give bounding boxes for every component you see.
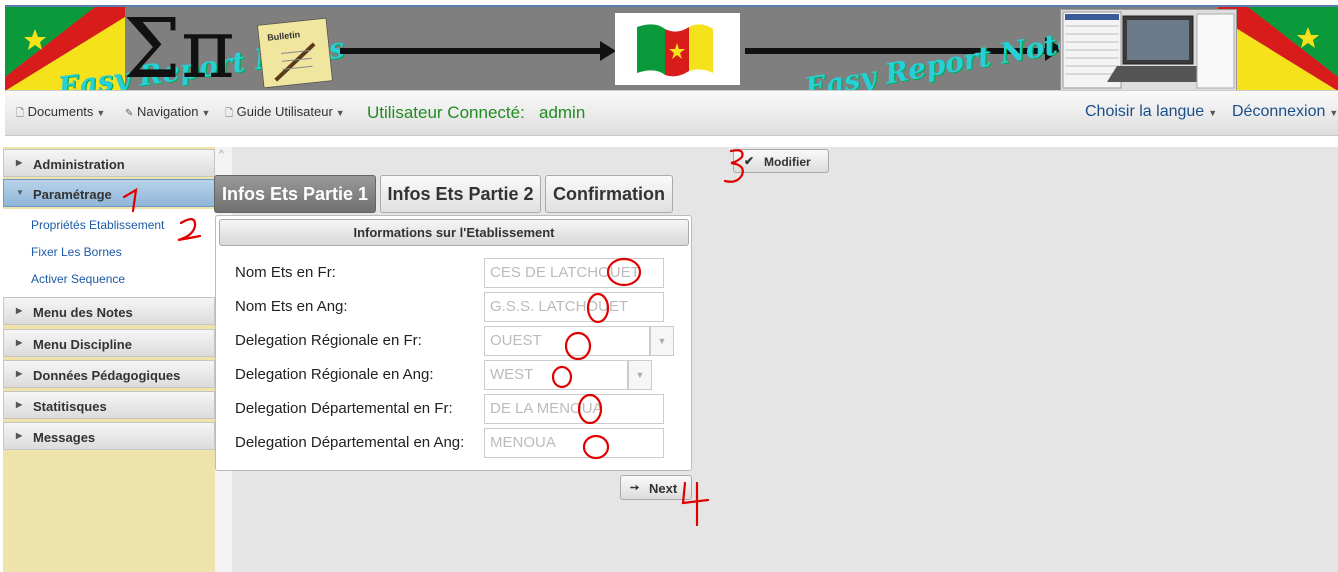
sidebar-section-parametrage[interactable]: ▼ Paramétrage	[3, 179, 215, 207]
report-card-laptop-image	[1060, 9, 1237, 91]
dropdown-arrow-icon[interactable]: ▼	[628, 360, 652, 390]
sidebar-section-label: Administration	[33, 157, 125, 172]
caret-down-icon: ▼	[1329, 108, 1338, 118]
submenu-proprietes-etablissement[interactable]: Propriétés Etablissement	[31, 218, 164, 232]
cameroon-flag-image	[615, 13, 740, 85]
arrow-head-icon	[600, 41, 616, 61]
header-banner: Easy Report Notes Σπ Bulletin Easy Repor…	[5, 5, 1338, 91]
bulletin-icon: Bulletin	[256, 17, 334, 89]
sidebar-section-messages[interactable]: ▶ Messages	[3, 422, 215, 450]
submenu-fixer-les-bornes[interactable]: Fixer Les Bornes	[31, 245, 122, 259]
field-label: Delegation Départemental en Ang:	[235, 434, 465, 451]
triangle-right-icon: ▶	[16, 369, 23, 378]
sidebar-section-label: Paramétrage	[33, 187, 112, 202]
sidebar-section-label: Menu Discipline	[33, 337, 132, 352]
caret-down-icon: ▼	[1208, 108, 1218, 118]
sidebar-section-label: Données Pédagogiques	[33, 368, 181, 383]
delegation-regionale-fr-select[interactable]: OUEST	[484, 326, 650, 356]
delegation-regionale-ang-select[interactable]: WEST	[484, 360, 628, 390]
nom-ets-fr-input[interactable]: CES DE LATCHOUET	[484, 258, 664, 288]
scroll-up-arrow-icon[interactable]: ^	[219, 149, 224, 160]
triangle-right-icon: ▶	[16, 158, 23, 167]
triangle-right-icon: ▶	[16, 400, 23, 409]
sidebar-section-menu-discipline[interactable]: ▶ Menu Discipline	[3, 329, 215, 357]
parametrage-submenu: Propriétés Etablissement Fixer Les Borne…	[3, 209, 215, 297]
field-label: Delegation Départemental en Fr:	[235, 400, 453, 417]
triangle-right-icon: ▶	[16, 338, 23, 347]
document-icon: 🗋	[225, 108, 234, 119]
sidebar-section-label: Menu des Notes	[33, 305, 133, 320]
sidebar-accordion: ▶ Administration ▼ Paramétrage Propriété…	[3, 147, 215, 572]
sidebar-section-statitisques[interactable]: ▶ Statitisques	[3, 391, 215, 419]
tab-infos-ets-partie-2[interactable]: Infos Ets Partie 2	[380, 175, 541, 213]
arrow-left-segment	[340, 48, 610, 54]
caret-down-icon: ▼	[201, 108, 211, 118]
sigma-pi-logo: Σπ	[123, 5, 235, 91]
field-label: Delegation Régionale en Ang:	[235, 366, 434, 383]
checkmark-icon: ✔	[744, 154, 755, 168]
pencil-icon: ✎	[125, 108, 134, 119]
next-button-label: Next	[649, 481, 678, 496]
nav-documents-menu[interactable]: 🗋 Documents ▼	[16, 104, 105, 123]
tab-confirmation[interactable]: Confirmation	[545, 175, 673, 213]
delegation-departemental-fr-input[interactable]: DE LA MENOUA	[484, 394, 664, 424]
tab-infos-ets-partie-1[interactable]: Infos Ets Partie 1	[214, 175, 376, 213]
submenu-activer-sequence[interactable]: Activer Sequence	[31, 272, 125, 286]
sidebar-section-label: Messages	[33, 430, 96, 445]
nav-documents-label: Documents	[27, 104, 94, 119]
dropdown-arrow-icon[interactable]: ▼	[650, 326, 674, 356]
sidebar-section-label: Statitisques	[33, 399, 107, 414]
language-menu[interactable]: Choisir la langue ▼	[1085, 103, 1217, 121]
sidebar-section-administration[interactable]: ▶ Administration	[3, 149, 215, 177]
nav-guide-menu[interactable]: 🗋 Guide Utilisateur ▼	[225, 104, 345, 123]
bulletin-label: Bulletin	[266, 29, 301, 43]
connected-user-label: Utilisateur Connecté:	[367, 103, 525, 122]
connected-user-name: admin	[538, 103, 586, 122]
triangle-down-icon: ▼	[16, 188, 24, 197]
field-label: Delegation Régionale en Fr:	[235, 332, 422, 349]
next-button[interactable]: ➙ Next	[620, 475, 692, 500]
sidebar-section-menu-notes[interactable]: ▶ Menu des Notes	[3, 297, 215, 325]
language-label: Choisir la langue	[1085, 103, 1205, 120]
pen-icon	[274, 42, 316, 82]
nav-guide-label: Guide Utilisateur	[236, 104, 333, 119]
sidebar-section-donnees-pedagogiques[interactable]: ▶ Données Pédagogiques	[3, 360, 215, 388]
logout-label: Déconnexion	[1232, 103, 1326, 120]
field-label: Nom Ets en Fr:	[235, 264, 336, 281]
arrow-right-icon: ➙	[630, 482, 640, 494]
nav-navigation-label: Navigation	[137, 104, 199, 119]
triangle-right-icon: ▶	[16, 431, 23, 440]
banner-title-right: Easy Report Notes	[802, 22, 1093, 91]
caret-down-icon: ▼	[96, 108, 106, 118]
document-icon: 🗋	[16, 108, 25, 119]
top-navbar: 🗋 Documents ▼ ✎ Navigation ▼ 🗋 Guide Utili…	[5, 90, 1338, 136]
triangle-right-icon: ▶	[16, 306, 23, 315]
connected-user: Utilisateur Connecté: admin	[367, 103, 585, 123]
caret-down-icon: ▼	[335, 108, 345, 118]
establishment-info-panel: Informations sur l'Etablissement Nom Ets…	[215, 215, 692, 471]
logout-menu[interactable]: Déconnexion ▼	[1232, 103, 1338, 121]
nom-ets-ang-input[interactable]: G.S.S. LATCHOUET	[484, 292, 664, 322]
modify-button-label: Modifier	[764, 155, 811, 169]
panel-title: Informations sur l'Etablissement	[219, 219, 689, 246]
field-label: Nom Ets en Ang:	[235, 298, 348, 315]
delegation-departemental-ang-input[interactable]: MENOUA	[484, 428, 664, 458]
main-content: ^ ✔ Modifier Infos Ets Partie 1 Infos Et…	[214, 147, 1338, 572]
nav-navigation-menu[interactable]: ✎ Navigation ▼	[125, 104, 210, 119]
modify-button[interactable]: ✔ Modifier	[733, 149, 829, 173]
